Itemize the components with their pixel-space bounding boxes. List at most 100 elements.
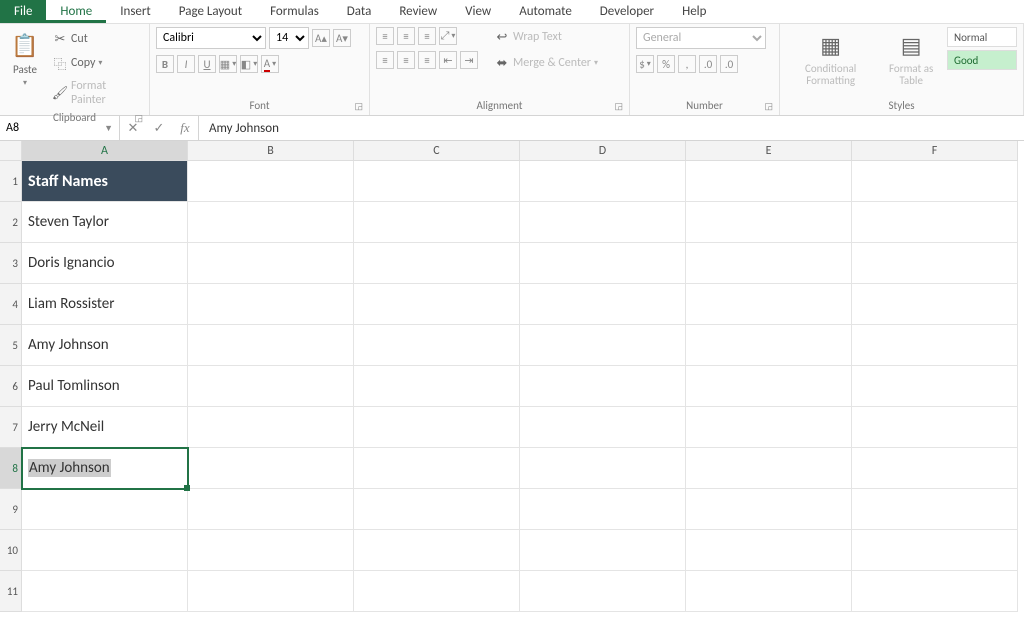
cell-E5[interactable] xyxy=(686,325,852,366)
cell-E2[interactable] xyxy=(686,202,852,243)
cell-C5[interactable] xyxy=(354,325,520,366)
align-left-icon[interactable]: ≡ xyxy=(376,51,394,69)
orientation-icon[interactable]: ⤢ xyxy=(439,27,457,45)
column-header-C[interactable]: C xyxy=(354,141,520,161)
cell-D8[interactable] xyxy=(520,448,686,489)
tab-page-layout[interactable]: Page Layout xyxy=(165,0,256,23)
cell-B6[interactable] xyxy=(188,366,354,407)
cell-C10[interactable] xyxy=(354,530,520,571)
increase-indent-icon[interactable]: ⇥ xyxy=(460,51,478,69)
tab-automate[interactable]: Automate xyxy=(505,0,586,23)
cell-A6[interactable]: Paul Tomlinson xyxy=(22,366,188,407)
cell-F6[interactable] xyxy=(852,366,1018,407)
cell-E4[interactable] xyxy=(686,284,852,325)
select-all-corner[interactable] xyxy=(0,141,22,161)
cell-C2[interactable] xyxy=(354,202,520,243)
cell-B11[interactable] xyxy=(188,571,354,612)
row-header-9[interactable]: 9 xyxy=(0,489,22,530)
cell-C8[interactable] xyxy=(354,448,520,489)
cell-A8[interactable]: Amy Johnson xyxy=(22,448,188,489)
merge-center-button[interactable]: ⬌Merge & Center▾ xyxy=(490,53,602,73)
copy-button[interactable]: ⿻Copy▾ xyxy=(48,53,143,73)
conditional-formatting-button[interactable]: ▦ Conditional Formatting xyxy=(786,27,875,89)
cell-A1[interactable]: Staff Names xyxy=(22,161,188,202)
number-format-select[interactable]: General xyxy=(636,27,766,49)
cell-D2[interactable] xyxy=(520,202,686,243)
cell-F11[interactable] xyxy=(852,571,1018,612)
accounting-format-icon[interactable]: $ xyxy=(636,55,654,73)
cell-A9[interactable] xyxy=(22,489,188,530)
fx-icon[interactable]: fx xyxy=(172,120,198,136)
decrease-font-icon[interactable]: A▾ xyxy=(333,29,351,47)
tab-developer[interactable]: Developer xyxy=(586,0,668,23)
comma-format-icon[interactable]: , xyxy=(678,55,696,73)
tab-data[interactable]: Data xyxy=(333,0,386,23)
font-dialog-launcher-icon[interactable]: ◲ xyxy=(354,101,363,112)
font-name-select[interactable]: Calibri xyxy=(156,27,266,49)
row-header-8[interactable]: 8 xyxy=(0,448,22,489)
format-as-table-button[interactable]: ▤ Format as Table xyxy=(879,27,943,89)
cell-F4[interactable] xyxy=(852,284,1018,325)
row-header-6[interactable]: 6 xyxy=(0,366,22,407)
cell-F2[interactable] xyxy=(852,202,1018,243)
cell-C4[interactable] xyxy=(354,284,520,325)
cell-E10[interactable] xyxy=(686,530,852,571)
cell-E9[interactable] xyxy=(686,489,852,530)
cell-F10[interactable] xyxy=(852,530,1018,571)
cell-B3[interactable] xyxy=(188,243,354,284)
row-header-10[interactable]: 10 xyxy=(0,530,22,571)
italic-button[interactable]: I xyxy=(177,55,195,73)
align-bottom-icon[interactable]: ≡ xyxy=(418,27,436,45)
tab-file[interactable]: File xyxy=(0,0,46,23)
cell-C9[interactable] xyxy=(354,489,520,530)
cell-C6[interactable] xyxy=(354,366,520,407)
tab-home[interactable]: Home xyxy=(46,0,106,23)
cell-E7[interactable] xyxy=(686,407,852,448)
cell-C11[interactable] xyxy=(354,571,520,612)
cell-B10[interactable] xyxy=(188,530,354,571)
tab-review[interactable]: Review xyxy=(385,0,451,23)
cell-D4[interactable] xyxy=(520,284,686,325)
cell-E6[interactable] xyxy=(686,366,852,407)
row-header-4[interactable]: 4 xyxy=(0,284,22,325)
cell-F5[interactable] xyxy=(852,325,1018,366)
tab-view[interactable]: View xyxy=(451,0,505,23)
cell-D9[interactable] xyxy=(520,489,686,530)
cell-D10[interactable] xyxy=(520,530,686,571)
underline-button[interactable]: U xyxy=(198,55,216,73)
cell-E11[interactable] xyxy=(686,571,852,612)
enter-formula-icon[interactable]: ✓ xyxy=(146,121,172,136)
cell-A4[interactable]: Liam Rossister xyxy=(22,284,188,325)
cell-D1[interactable] xyxy=(520,161,686,202)
row-header-3[interactable]: 3 xyxy=(0,243,22,284)
increase-font-icon[interactable]: A▴ xyxy=(312,29,330,47)
cell-D5[interactable] xyxy=(520,325,686,366)
row-header-1[interactable]: 1 xyxy=(0,161,22,202)
fill-color-button[interactable]: ◧ xyxy=(240,55,258,73)
row-header-7[interactable]: 7 xyxy=(0,407,22,448)
cell-F7[interactable] xyxy=(852,407,1018,448)
cell-F1[interactable] xyxy=(852,161,1018,202)
increase-decimal-icon[interactable]: .0 xyxy=(699,55,717,73)
cell-B2[interactable] xyxy=(188,202,354,243)
align-center-icon[interactable]: ≡ xyxy=(397,51,415,69)
cell-E1[interactable] xyxy=(686,161,852,202)
cell-style-normal[interactable]: Normal xyxy=(947,27,1017,47)
paste-button[interactable]: 📋 Paste ▾ xyxy=(6,27,44,109)
cell-A10[interactable] xyxy=(22,530,188,571)
cell-F3[interactable] xyxy=(852,243,1018,284)
tab-formulas[interactable]: Formulas xyxy=(256,0,333,23)
cell-D3[interactable] xyxy=(520,243,686,284)
formula-input[interactable]: Amy Johnson xyxy=(199,121,1024,136)
tab-insert[interactable]: Insert xyxy=(106,0,165,23)
cell-C1[interactable] xyxy=(354,161,520,202)
cell-A2[interactable]: Steven Taylor xyxy=(22,202,188,243)
clipboard-dialog-launcher-icon[interactable]: ◲ xyxy=(134,113,143,124)
cell-F9[interactable] xyxy=(852,489,1018,530)
cell-A3[interactable]: Doris Ignancio xyxy=(22,243,188,284)
row-header-2[interactable]: 2 xyxy=(0,202,22,243)
align-middle-icon[interactable]: ≡ xyxy=(397,27,415,45)
cell-B9[interactable] xyxy=(188,489,354,530)
format-painter-button[interactable]: 🖌Format Painter xyxy=(48,77,143,109)
alignment-dialog-launcher-icon[interactable]: ◲ xyxy=(614,101,623,112)
